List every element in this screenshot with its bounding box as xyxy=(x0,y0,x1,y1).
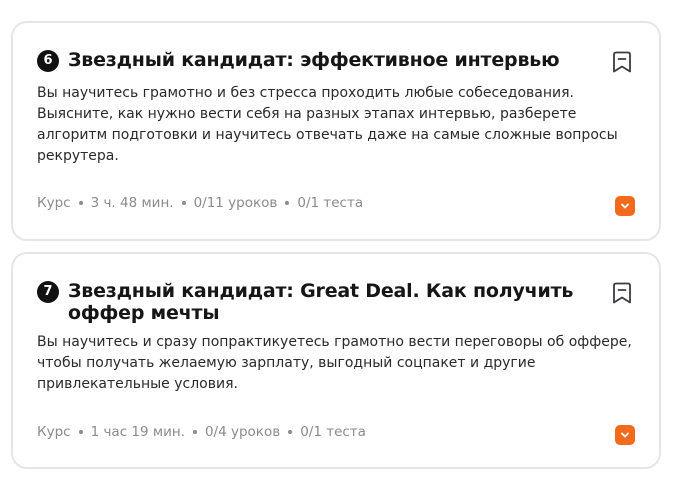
separator-dot xyxy=(78,201,83,205)
course-title[interactable]: Звездный кандидат: Great Deal. Как получ… xyxy=(68,280,597,324)
separator-dot xyxy=(78,430,83,434)
bookmark-icon[interactable] xyxy=(611,281,633,305)
course-meta: Курс 3 ч. 48 мин. 0/11 уроков 0/1 теста xyxy=(37,195,363,211)
separator-dot xyxy=(192,430,197,434)
course-title-row: 6 Звездный кандидат: эффективное интервь… xyxy=(37,49,597,72)
separator-dot xyxy=(288,430,293,434)
course-number-badge: 7 xyxy=(37,281,59,303)
course-card[interactable]: 6 Звездный кандидат: эффективное интервь… xyxy=(11,21,661,241)
chevron-down-icon xyxy=(621,432,629,438)
course-tests: 0/1 теста xyxy=(297,195,364,211)
separator-dot xyxy=(181,201,186,205)
course-tests: 0/1 теста xyxy=(300,424,366,440)
course-number-badge: 6 xyxy=(37,50,59,72)
expand-button[interactable] xyxy=(615,425,635,445)
course-type: Курс xyxy=(37,424,71,440)
course-description: Вы научитесь грамотно и без стресса прох… xyxy=(37,85,618,164)
course-title[interactable]: Звездный кандидат: эффективное интервью xyxy=(68,49,560,71)
course-lessons: 0/11 уроков xyxy=(193,195,278,211)
course-card[interactable]: 7 Звездный кандидат: Great Deal. Как пол… xyxy=(11,252,661,469)
expand-button[interactable] xyxy=(615,196,635,216)
course-duration: 1 час 19 мин. xyxy=(90,424,185,440)
separator-dot xyxy=(285,201,290,205)
course-meta: Курс 1 час 19 мин. 0/4 уроков 0/1 теста xyxy=(37,424,366,440)
bookmark-icon[interactable] xyxy=(611,50,633,74)
course-lessons: 0/4 уроков xyxy=(204,424,281,440)
course-description: Вы научитесь и сразу попрактикуетесь гра… xyxy=(37,334,632,392)
chevron-down-icon xyxy=(621,203,629,209)
course-type: Курс xyxy=(37,195,71,211)
course-title-row: 7 Звездный кандидат: Great Deal. Как пол… xyxy=(37,280,597,324)
course-duration: 3 ч. 48 мин. xyxy=(90,195,174,211)
